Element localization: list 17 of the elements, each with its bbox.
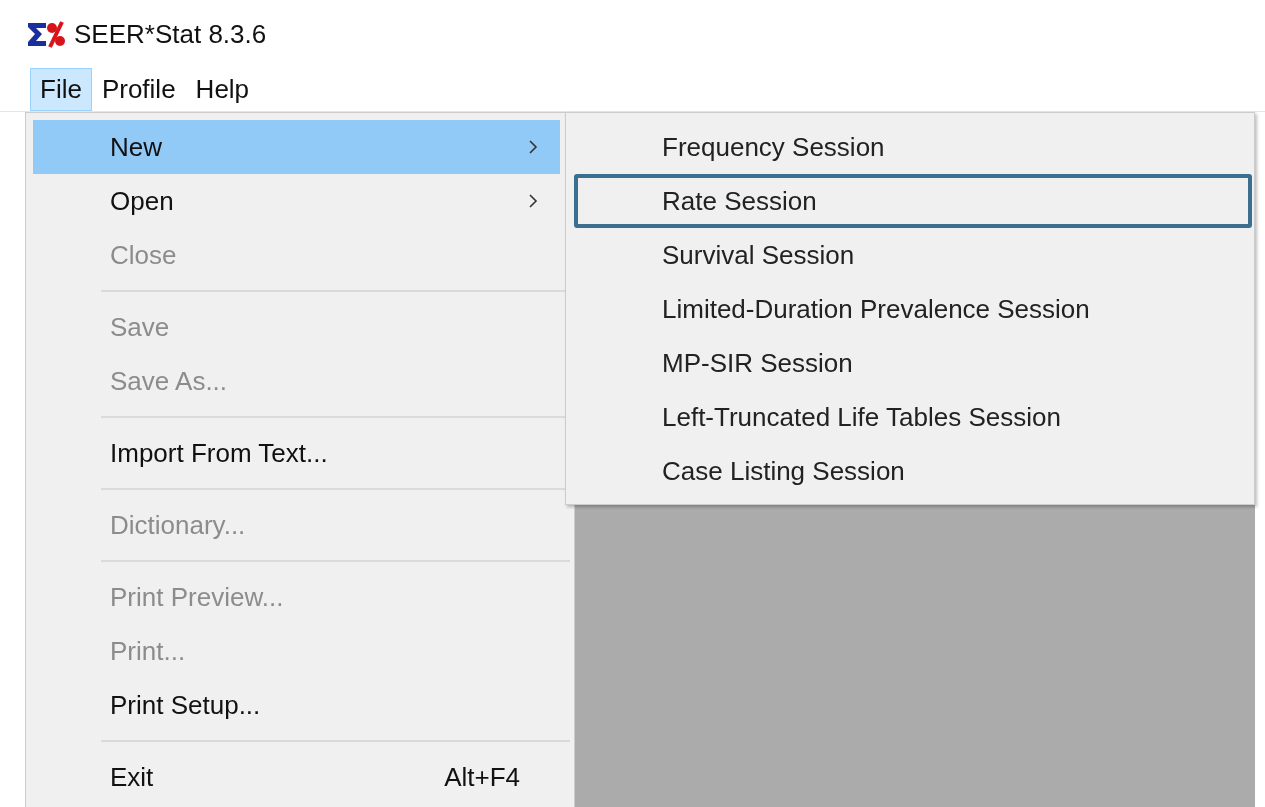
menu-item[interactable]: New [33, 120, 560, 174]
menu-item[interactable]: Exit Alt+F4 [33, 750, 560, 804]
menu-item[interactable]: MP-SIR Session [574, 336, 1252, 390]
menu-item[interactable]: Frequency Session [574, 120, 1252, 174]
menu-item[interactable]: Import From Text... [33, 426, 560, 480]
menu-item[interactable]: Left-Truncated Life Tables Session [574, 390, 1252, 444]
window-title: SEER*Stat 8.3.6 [74, 18, 267, 50]
menu-bar-item[interactable]: Profile [91, 68, 186, 111]
menu-item[interactable]: Rate Session [574, 174, 1252, 228]
menu-item[interactable]: Limited-Duration Prevalence Session [574, 282, 1252, 336]
menu-bar-item[interactable]: Help [185, 68, 260, 111]
menu-item[interactable]: Print Setup... [33, 678, 560, 732]
menu-item[interactable]: Open [33, 174, 560, 228]
menu-item[interactable]: Survival Session [574, 228, 1252, 282]
app-logo-icon [26, 19, 66, 49]
menu-bar-item[interactable]: File [30, 68, 92, 111]
menu-item[interactable]: Case Listing Session [574, 444, 1252, 498]
